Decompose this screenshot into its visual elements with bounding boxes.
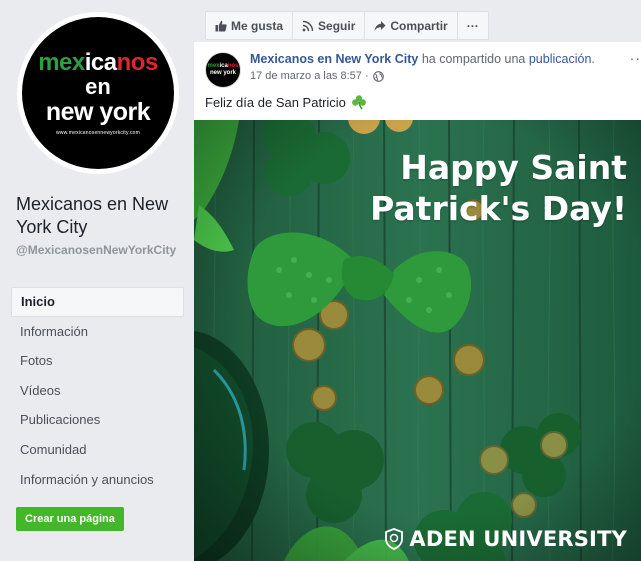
post-options-icon[interactable]: ·· (630, 50, 641, 66)
post-image[interactable]: Happy Saint Patrick's Day! ADEN UNIVERSI… (194, 120, 641, 561)
main-content: Me gusta Seguir Compartir ··· mexicanos … (194, 0, 641, 561)
nav-item-inicio[interactable]: Inicio (11, 287, 184, 317)
page-username[interactable]: @MexicanosenNewYorkCity (16, 243, 188, 257)
logo-line-1: mexicanos (38, 49, 158, 76)
post-avatar-line-1: mexicanos (207, 63, 239, 69)
follow-button[interactable]: Seguir (293, 12, 366, 39)
sidebar: mexicanos en new york www.mexicanosennew… (0, 0, 194, 561)
post-card: mexicanos new york Mexicanos en New York… (194, 42, 641, 561)
page-action-bar: Me gusta Seguir Compartir ··· (205, 11, 489, 40)
post-header: Mexicanos en New York City ha compartido… (250, 52, 622, 66)
image-headline-line-1: Happy Saint (400, 148, 627, 187)
post-shared-end: . (591, 52, 595, 66)
shamrock-icon (351, 94, 367, 110)
post-timestamp[interactable]: 17 de marzo a las 8:57 · (250, 70, 369, 82)
post-avatar-line-2: new york (209, 70, 236, 76)
nav-item-comunidad[interactable]: Comunidad (11, 435, 184, 465)
shared-post-link[interactable]: publicación (529, 52, 592, 66)
share-button[interactable]: Compartir (365, 12, 458, 39)
post-message-text: Feliz día de San Patricio (205, 94, 346, 110)
nav-item-publicaciones[interactable]: Publicaciones (11, 405, 184, 435)
thumbs-up-icon (215, 20, 227, 32)
logo-line-2: en (85, 74, 111, 99)
create-page-button[interactable]: Crear una página (16, 507, 124, 531)
logo-line-3: new york (45, 98, 151, 126)
post-shared-text: ha compartido una (418, 52, 529, 66)
more-options-button[interactable]: ··· (458, 12, 488, 39)
share-button-label: Compartir (390, 18, 448, 33)
like-button-label: Me gusta (231, 18, 284, 33)
post-author-link[interactable]: Mexicanos en New York City (250, 52, 418, 66)
nav-item-videos[interactable]: Vídeos (11, 376, 184, 406)
nav-item-informacion[interactable]: Información (11, 317, 184, 347)
post-author-avatar[interactable]: mexicanos new york (205, 52, 241, 88)
like-button[interactable]: Me gusta (206, 12, 294, 39)
page-title[interactable]: Mexicanos en New York City (16, 193, 186, 239)
post-meta: 17 de marzo a las 8:57 · (250, 70, 384, 82)
page-navigation: Inicio Información Fotos Vídeos Publicac… (11, 287, 184, 494)
logo: mexicanos en new york www.mexicanosennew… (22, 17, 174, 169)
page-profile-picture[interactable]: mexicanos en new york www.mexicanosennew… (17, 12, 179, 174)
image-headline: Happy Saint Patrick's Day! (370, 147, 627, 229)
follow-button-label: Seguir (318, 18, 356, 33)
image-brand-text: ADEN UNIVERSITY (409, 527, 627, 551)
share-arrow-icon (374, 20, 386, 32)
rss-icon (302, 20, 314, 32)
nav-item-informacion-anuncios[interactable]: Información y anuncios (11, 465, 184, 495)
image-headline-line-2: Patrick's Day! (370, 189, 627, 228)
logo-url: www.mexicanosennewyorkcity.com (56, 130, 140, 136)
shield-icon (384, 528, 404, 550)
nav-item-fotos[interactable]: Fotos (11, 346, 184, 376)
image-brand: ADEN UNIVERSITY (384, 527, 627, 551)
post-message: Feliz día de San Patricio (205, 94, 367, 110)
globe-icon (372, 70, 384, 82)
